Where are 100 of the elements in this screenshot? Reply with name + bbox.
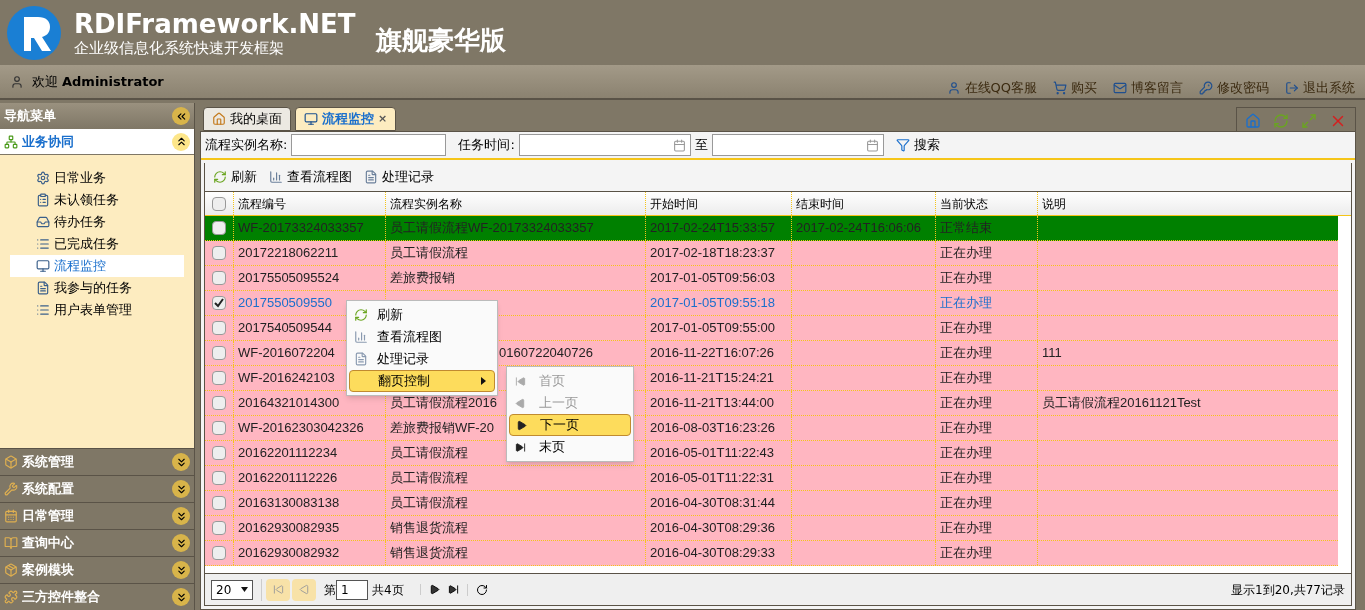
row-checkbox[interactable] bbox=[212, 371, 226, 385]
row-checkbox[interactable] bbox=[212, 471, 226, 485]
table-cell-text: 员工请假流程 bbox=[390, 244, 468, 263]
expand-icon[interactable] bbox=[172, 453, 190, 471]
calendar-icon[interactable] bbox=[672, 138, 686, 152]
table-row[interactable]: 20162930082932 销售退货流程 2016-04-30T08:29:33 正在办理 bbox=[205, 541, 1338, 566]
column-header[interactable]: 流程编号 bbox=[233, 192, 385, 215]
expand-icon[interactable] bbox=[172, 534, 190, 552]
table-cell-text: 20163130083138 bbox=[238, 494, 340, 513]
fullscreen-icon[interactable] bbox=[1301, 112, 1317, 129]
column-header[interactable]: 当前状态 bbox=[935, 192, 1037, 215]
calendar-icon[interactable] bbox=[865, 138, 879, 152]
table-cell-text: 正在办理 bbox=[940, 444, 992, 463]
exit-icon bbox=[1285, 80, 1299, 95]
table-row[interactable]: 20162930082935 销售退货流程 2016-04-30T08:29:36 正在办理 bbox=[205, 516, 1338, 541]
row-checkbox[interactable] bbox=[212, 546, 226, 560]
menu-item[interactable]: 翻页控制 bbox=[349, 370, 495, 392]
close-icon[interactable]: × bbox=[378, 110, 388, 128]
user-icon bbox=[10, 74, 24, 89]
sidebar-title: 导航菜单 bbox=[4, 107, 56, 126]
header-link[interactable]: 购买 bbox=[1053, 77, 1097, 98]
table-cell-text: 正常结束 bbox=[940, 219, 992, 238]
page-summary: 显示1到20,共77记录 bbox=[1231, 581, 1345, 599]
monitor-icon bbox=[304, 112, 318, 126]
date-field[interactable] bbox=[711, 134, 884, 156]
toolbar-button[interactable]: 查看流程图 bbox=[269, 167, 352, 187]
toolbar-button[interactable]: 处理记录 bbox=[364, 167, 434, 187]
column-header[interactable]: 结束时间 bbox=[791, 192, 935, 215]
logo-icon bbox=[6, 4, 62, 61]
table-cell-text: 20175505095524 bbox=[238, 269, 340, 288]
table-row[interactable]: 20163130083138 员工请假流程 2016-04-30T08:31:44 正在办理 bbox=[205, 491, 1338, 516]
tab[interactable]: 我的桌面 bbox=[203, 107, 291, 131]
refresh-icon[interactable] bbox=[1273, 112, 1289, 129]
row-checkbox[interactable] bbox=[212, 246, 226, 260]
expand-icon[interactable] bbox=[172, 480, 190, 498]
table-cell-text: 2016-04-30T08:31:44 bbox=[650, 494, 776, 513]
sidebar-item[interactable]: 日常业务 bbox=[10, 167, 184, 189]
welcome-label: 欢迎 bbox=[32, 72, 58, 91]
table-cell-text: 员工请假流程 bbox=[390, 444, 468, 463]
edition-label: 旗舰豪华版 bbox=[375, 24, 506, 57]
bar-chart-icon bbox=[269, 170, 283, 184]
page-size-select[interactable]: 20 bbox=[211, 579, 253, 600]
toolbar-button[interactable]: 刷新 bbox=[213, 167, 257, 187]
row-checkbox[interactable] bbox=[212, 196, 226, 211]
sidebar-item[interactable]: 用户表单管理 bbox=[10, 299, 184, 321]
first-page-button[interactable] bbox=[266, 578, 290, 601]
table-cell-text: 111 bbox=[1042, 344, 1062, 363]
reload-icon bbox=[475, 583, 488, 596]
row-checkbox[interactable] bbox=[212, 421, 226, 435]
next-page-button[interactable] bbox=[419, 584, 440, 595]
input-field[interactable] bbox=[291, 134, 447, 156]
date-field[interactable] bbox=[518, 134, 691, 156]
table-row[interactable]: 20175505095524 差旅费报销 2017-01-05T09:56:03 正在办理 bbox=[205, 266, 1338, 291]
search-button[interactable]: 搜索 bbox=[895, 135, 940, 155]
expand-icon[interactable] bbox=[172, 132, 190, 151]
row-checkbox[interactable] bbox=[212, 321, 226, 335]
column-header[interactable]: 流程实例名称 bbox=[385, 192, 645, 215]
table-cell-text: 2016-04-30T08:29:36 bbox=[650, 519, 776, 538]
row-checkbox[interactable] bbox=[212, 296, 226, 310]
table-cell-text: 正在办理 bbox=[940, 369, 992, 388]
sidebar-item[interactable]: 未认领任务 bbox=[10, 189, 184, 211]
expand-icon[interactable] bbox=[172, 588, 190, 606]
row-checkbox[interactable] bbox=[212, 521, 226, 535]
tab[interactable]: 流程监控 × bbox=[295, 107, 397, 131]
section-header[interactable]: 业务协同 bbox=[0, 129, 194, 155]
row-checkbox[interactable] bbox=[212, 396, 226, 410]
bar-chart-icon bbox=[354, 330, 368, 344]
caret-icon bbox=[241, 587, 248, 592]
row-checkbox[interactable] bbox=[212, 346, 226, 360]
header-link[interactable]: 在线QQ客服 bbox=[946, 77, 1037, 98]
row-checkbox[interactable] bbox=[212, 221, 226, 235]
header-link[interactable]: 退出系统 bbox=[1285, 77, 1355, 98]
table-cell-text: WF-2016072204 bbox=[238, 344, 335, 363]
row-checkbox[interactable] bbox=[212, 446, 226, 460]
sidebar-item[interactable]: 已完成任务 bbox=[10, 233, 184, 255]
row-checkbox[interactable] bbox=[212, 496, 226, 510]
expand-icon[interactable] bbox=[172, 507, 190, 525]
column-header[interactable]: 说明 bbox=[1037, 192, 1338, 215]
header-link[interactable]: 博客留言 bbox=[1113, 77, 1183, 98]
last-page-button[interactable] bbox=[447, 584, 459, 595]
sidebar-item[interactable]: 我参与的任务 bbox=[10, 277, 184, 299]
page-number-field[interactable]: 1 bbox=[336, 579, 368, 600]
page-total: 共4页 bbox=[372, 581, 404, 599]
next-page-icon bbox=[515, 419, 527, 431]
table-row[interactable]: 20172218062211 员工请假流程 2017-02-18T18:23:37 正在办理 bbox=[205, 241, 1338, 266]
previous-page-button[interactable] bbox=[292, 578, 316, 601]
expand-icon[interactable] bbox=[172, 561, 190, 579]
sidebar-item[interactable]: 待办任务 bbox=[10, 211, 184, 233]
menu-item[interactable]: 下一页 bbox=[509, 414, 631, 436]
table-cell-text: 2017-02-24T15:33:57 bbox=[650, 219, 776, 238]
column-header[interactable]: 开始时间 bbox=[645, 192, 791, 215]
table-cell-text: 员工请假流程20161121Test bbox=[1042, 394, 1201, 413]
table-cell-text: 0160722040726 bbox=[499, 344, 593, 363]
collapse-button[interactable] bbox=[172, 107, 190, 125]
table-row[interactable]: 20162201112226 员工请假流程 2016-05-01T11:22:31 正在办理 bbox=[205, 466, 1338, 491]
sidebar-item[interactable]: 流程监控 bbox=[10, 255, 184, 277]
header-link[interactable]: 修改密码 bbox=[1199, 77, 1269, 98]
reload-button[interactable] bbox=[466, 583, 488, 596]
row-checkbox[interactable] bbox=[212, 271, 226, 285]
table-cell-text: 2017-01-05T09:55:00 bbox=[650, 319, 776, 338]
